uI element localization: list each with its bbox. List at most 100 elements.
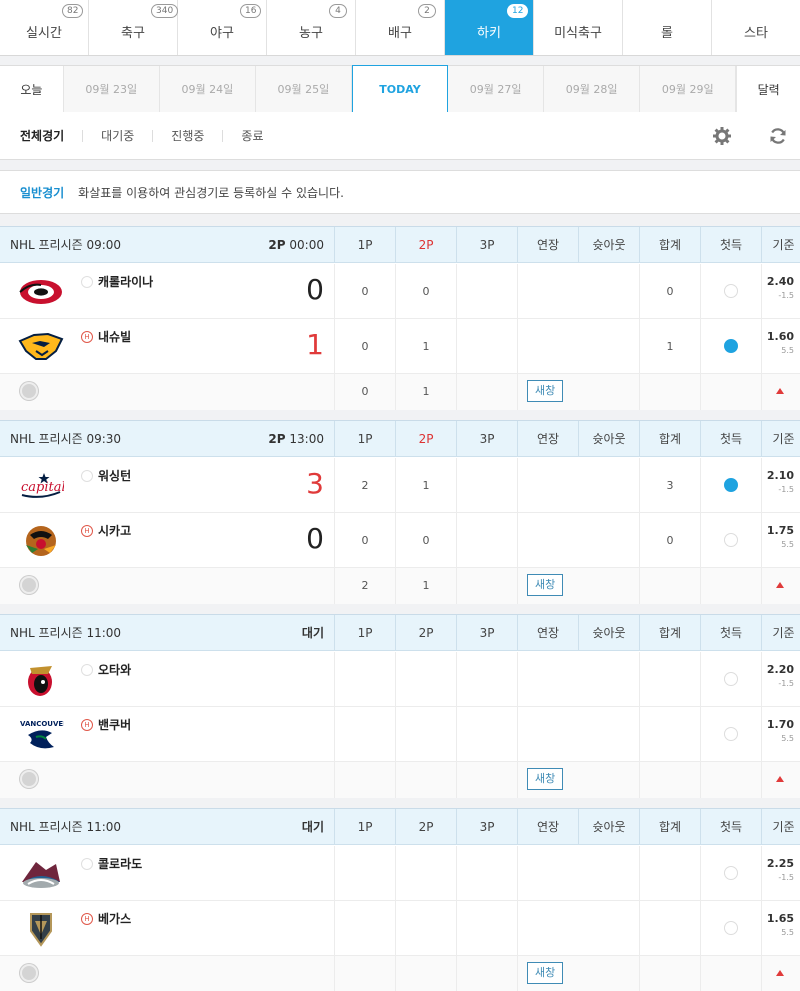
odds-value: 1.75 bbox=[766, 524, 794, 537]
date-item[interactable]: 09월 29일 bbox=[640, 66, 737, 112]
team-name[interactable]: 내슈빌 bbox=[98, 328, 131, 345]
calendar-button[interactable]: 달력 bbox=[736, 66, 800, 112]
sum-first bbox=[700, 568, 761, 604]
odds-line: 5.5 bbox=[781, 540, 794, 549]
team-row: capitals워싱턴32132.10-1.5 bbox=[0, 458, 800, 513]
odds: 2.20 -1.5 bbox=[762, 663, 800, 691]
tab-american-football[interactable]: 미식축구 bbox=[534, 0, 623, 55]
team-name[interactable]: 시카고 bbox=[98, 522, 131, 539]
column-header: 3P bbox=[456, 615, 517, 651]
notice-tag: 일반경기 bbox=[20, 185, 65, 200]
odds-line: 5.5 bbox=[781, 346, 794, 355]
status-period: 대기 bbox=[301, 626, 324, 640]
game-status: 대기 bbox=[302, 615, 324, 651]
game-footer-row: 2 1 새창 bbox=[0, 568, 800, 604]
filter-all[interactable]: 전체경기 bbox=[20, 130, 82, 142]
league-time: NHL 프리시즌 11:00 bbox=[10, 820, 122, 834]
odds: 2.10 -1.5 bbox=[762, 469, 800, 497]
overtime-shootout bbox=[517, 458, 639, 513]
league-time: NHL 프리시즌 11:00 bbox=[10, 626, 122, 640]
tab-lol[interactable]: 롤 bbox=[623, 0, 712, 55]
favorite-toggle[interactable] bbox=[20, 964, 38, 982]
date-item[interactable]: 09월 24일 bbox=[160, 66, 256, 112]
sum-period-1 bbox=[334, 956, 395, 991]
odds-line: 5.5 bbox=[781, 928, 794, 937]
period-3-score bbox=[456, 264, 517, 319]
sum-first bbox=[700, 762, 761, 798]
gear-icon[interactable] bbox=[712, 126, 732, 146]
odds: 2.25 -1.5 bbox=[762, 857, 800, 885]
team-name[interactable]: 콜로라도 bbox=[98, 855, 142, 872]
team-name[interactable]: 베가스 bbox=[98, 910, 131, 927]
tab-label: 하키 bbox=[477, 26, 501, 41]
period-2-score bbox=[395, 901, 456, 956]
date-item[interactable]: 09월 28일 bbox=[544, 66, 641, 112]
date-today-link[interactable]: 오늘 bbox=[0, 66, 64, 112]
column-header: 첫득 bbox=[700, 615, 761, 651]
tab-starcraft[interactable]: 스타 bbox=[712, 0, 800, 55]
date-item[interactable]: 09월 27일 bbox=[448, 66, 545, 112]
new-window-button[interactable]: 새창 bbox=[527, 574, 564, 596]
team-row: H 시카고 0 0 0 0 1.75 5.5 bbox=[0, 513, 800, 568]
tab-volleyball[interactable]: 2 배구 bbox=[356, 0, 445, 55]
sum-period-2: 1 bbox=[395, 568, 456, 604]
team-name[interactable]: 밴쿠버 bbox=[98, 716, 131, 733]
new-window-button[interactable]: 새창 bbox=[527, 380, 564, 402]
overtime-shootout bbox=[517, 901, 639, 956]
total-score bbox=[639, 901, 700, 956]
tab-realtime[interactable]: 82 실시간 bbox=[0, 0, 89, 55]
sum-period-3 bbox=[456, 568, 517, 604]
team-name[interactable]: 오타와 bbox=[98, 661, 131, 678]
first-goal bbox=[700, 901, 761, 956]
status-period: 2P bbox=[268, 432, 286, 446]
period-1-score bbox=[334, 652, 395, 707]
game-header: NHL 프리시즌 11:00 대기 1P 2P 3P 연장 슛아웃 합계 첫득 기준 bbox=[0, 615, 800, 651]
new-window-cell: 새창 bbox=[517, 374, 639, 410]
refresh-icon[interactable] bbox=[768, 126, 788, 146]
tab-badge: 12 bbox=[507, 4, 529, 18]
home-indicator bbox=[81, 858, 93, 870]
first-goal bbox=[700, 513, 761, 568]
odds-line: -1.5 bbox=[778, 679, 794, 688]
tab-hockey[interactable]: 12 하키 bbox=[445, 0, 534, 55]
odds-line: -1.5 bbox=[778, 485, 794, 494]
expand-arrow-icon[interactable] bbox=[776, 388, 784, 394]
sum-period-2 bbox=[395, 956, 456, 991]
favorite-toggle[interactable] bbox=[20, 576, 38, 594]
odds-value: 2.40 bbox=[766, 275, 794, 288]
team-name[interactable]: 캐롤라이나 bbox=[98, 273, 153, 290]
team-name[interactable]: 워싱턴 bbox=[98, 467, 131, 484]
column-header: 기준 bbox=[761, 615, 800, 651]
total-score: 0 bbox=[639, 513, 700, 568]
favorite-toggle[interactable] bbox=[20, 382, 38, 400]
date-item[interactable]: 09월 25일 bbox=[256, 66, 352, 112]
odds-value: 1.60 bbox=[766, 330, 794, 343]
game-footer-row: 새창 bbox=[0, 956, 800, 991]
period-3-score bbox=[456, 901, 517, 956]
expand-arrow-icon[interactable] bbox=[776, 582, 784, 588]
tab-badge: 4 bbox=[329, 4, 347, 18]
column-header: 첫득 bbox=[700, 227, 761, 263]
period-1-score: 0 bbox=[334, 264, 395, 319]
odds-cell: 1.65 5.5 bbox=[761, 901, 800, 956]
date-item-today[interactable]: TODAY bbox=[351, 65, 449, 113]
tab-soccer[interactable]: 340 축구 bbox=[89, 0, 179, 55]
filter-in-progress[interactable]: 진행중 bbox=[152, 129, 222, 142]
column-header: 3P bbox=[456, 421, 517, 457]
filter-finished[interactable]: 종료 bbox=[222, 129, 281, 142]
new-window-button[interactable]: 새창 bbox=[527, 768, 564, 790]
new-window-button[interactable]: 새창 bbox=[527, 962, 564, 984]
favorite-toggle[interactable] bbox=[20, 770, 38, 788]
tab-basketball[interactable]: 4 농구 bbox=[267, 0, 356, 55]
odds-line: -1.5 bbox=[778, 873, 794, 882]
svg-text:VANCOUVER: VANCOUVER bbox=[20, 720, 64, 728]
expand-arrow-icon[interactable] bbox=[776, 776, 784, 782]
filter-waiting[interactable]: 대기중 bbox=[82, 129, 152, 142]
period-1-score: 2 bbox=[334, 458, 395, 513]
odds-cell: 1.60 5.5 bbox=[761, 319, 800, 374]
expand-arrow-icon[interactable] bbox=[776, 970, 784, 976]
odds-value: 2.25 bbox=[766, 857, 794, 870]
tab-baseball[interactable]: 16 야구 bbox=[178, 0, 267, 55]
date-item[interactable]: 09월 23일 bbox=[64, 66, 160, 112]
notice-message: 화살표를 이용하여 관심경기로 등록하실 수 있습니다. bbox=[78, 185, 344, 200]
